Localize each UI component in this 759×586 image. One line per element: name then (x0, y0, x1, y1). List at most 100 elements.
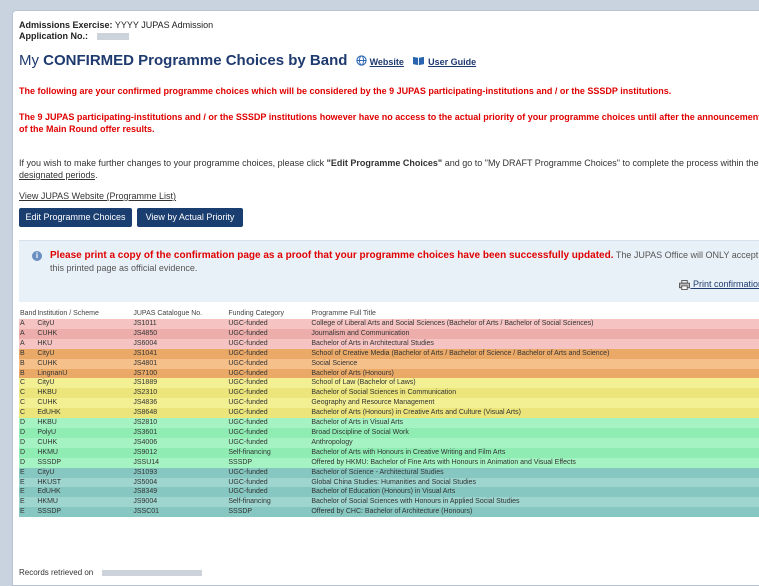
institution-cell: PolyU (36, 427, 133, 438)
title-cell: Bachelor of Arts (Honours) (310, 368, 759, 379)
funding-cell: SSSDP (227, 507, 311, 518)
title-cell: School of Creative Media (Bachelor of Ar… (310, 348, 759, 359)
table-row: B LingnanU JS7100 UGC-funded Bachelor of Art… (19, 368, 759, 379)
funding-cell: UGC-funded (227, 427, 311, 438)
application-number-line: Application No.: (19, 31, 129, 41)
title-cell: Offered by HKMU: Bachelor of Fine Arts w… (310, 457, 759, 468)
admissions-exercise-value: YYYY JUPAS Admission (114, 20, 214, 30)
band-cell: B (19, 368, 37, 379)
title-prefix: My (19, 52, 44, 69)
edit-programme-choices-button[interactable]: Edit Programme Choices (19, 208, 132, 227)
print-alert-emphasis: Please print a copy of the confirmation … (50, 250, 614, 261)
catalogue-cell: JS2810 (132, 418, 228, 428)
funding-cell: UGC-funded (227, 408, 311, 419)
title-cell: Bachelor of Arts in Visual Arts (310, 418, 759, 428)
table-row: D SSSDP JSSU14 SSSDP Offered by HKMU: Bachel… (19, 457, 759, 468)
institution-cell: EdUHK (36, 408, 133, 419)
website-link[interactable]: Website (370, 57, 404, 67)
catalogue-cell: JS4006 (132, 437, 228, 448)
funding-cell: UGC-funded (227, 368, 311, 379)
user-guide-link[interactable]: User Guide (428, 57, 476, 67)
institution-cell: HKBU (36, 418, 133, 428)
catalogue-cell: JS9004 (132, 497, 228, 508)
title-cell: College of Liberal Arts and Social Scien… (310, 319, 759, 329)
funding-cell: SSSDP (227, 457, 311, 468)
funding-cell: UGC-funded (227, 348, 311, 359)
table-row: B CUHK JS4801 UGC-funded Social Science (19, 358, 759, 369)
catalogue-cell: JS4836 (132, 398, 228, 409)
instructions-text: If you wish to make further changes to y… (19, 158, 327, 168)
band-cell: D (19, 418, 37, 428)
funding-cell: UGC-funded (227, 437, 311, 448)
catalogue-cell: JS1011 (132, 319, 228, 329)
title-cell: Bachelor of Social Sciences in Communica… (310, 388, 759, 399)
designated-periods-link[interactable]: designated periods (19, 170, 95, 180)
table-row: C CUHK JS4836 UGC-funded Geography and Resou… (19, 398, 759, 409)
book-icon (412, 53, 425, 70)
funding-cell: UGC-funded (227, 358, 311, 369)
column-header: JUPAS Catalogue No. (133, 310, 203, 317)
table-row: E EdUHK JS8349 UGC-funded Bachelor of Educat… (19, 487, 759, 498)
table-row: D PolyU JS3601 UGC-funded Broad Discipline o… (19, 427, 759, 438)
table-row: C HKBU JS2310 UGC-funded Bachelor of Social … (19, 388, 759, 399)
funding-cell: UGC-funded (227, 378, 311, 389)
title-cell: Bachelor of Education (Honours) in Visua… (310, 487, 759, 498)
catalogue-cell: JS5004 (132, 477, 228, 488)
funding-cell: UGC-funded (227, 319, 311, 329)
table-row: A CityU JS1011 UGC-funded College of Liberal… (19, 319, 759, 329)
print-alert: i Please print a copy of the confirmatio… (19, 240, 759, 302)
funding-cell: UGC-funded (227, 467, 311, 478)
catalogue-cell: JS2310 (132, 388, 228, 399)
institution-cell: SSSDP (36, 507, 133, 518)
catalogue-cell: JS8349 (132, 487, 228, 498)
band-cell: C (19, 388, 37, 399)
funding-cell: UGC-funded (227, 338, 311, 349)
band-cell: D (19, 437, 37, 448)
view-by-actual-priority-button[interactable]: View by Actual Priority (137, 208, 243, 227)
funding-cell: UGC-funded (227, 418, 311, 428)
priority-notice: The 9 JUPAS participating-institutions a… (19, 112, 759, 134)
table-row: E CityU JS1093 UGC-funded Bachelor of Scienc… (19, 467, 759, 478)
funding-cell: Self-financing (227, 497, 311, 508)
band-cell: D (19, 457, 37, 468)
institution-cell: LingnanU (36, 368, 133, 379)
admissions-exercise-label: Admissions Exercise: (19, 20, 113, 30)
band-cell: D (19, 447, 37, 458)
title-cell: Bachelor of Arts with Honours in Creativ… (310, 447, 759, 458)
institution-cell: CityU (36, 467, 133, 478)
table-header-row: Band Institution / Scheme JUPAS Catalogue … (19, 308, 759, 319)
title-cell: Broad Discipline of Social Work (310, 427, 759, 438)
column-header: Band (20, 310, 37, 317)
table-row: D CUHK JS4006 UGC-funded Anthropology (19, 437, 759, 448)
title-cell: Bachelor of Social Sciences with Honours… (310, 497, 759, 508)
institution-cell: CUHK (36, 398, 133, 409)
table-row: B CityU JS1041 UGC-funded School of Creative… (19, 348, 759, 359)
printer-icon (679, 279, 693, 290)
institution-cell: EdUHK (36, 487, 133, 498)
institution-cell: CUHK (36, 358, 133, 369)
institution-cell: SSSDP (36, 457, 133, 468)
table-row: A HKU JS6004 UGC-funded Bachelor of Arts in … (19, 338, 759, 349)
band-cell: C (19, 378, 37, 389)
title-cell: Anthropology (310, 437, 759, 448)
print-confirmation-label: Print confirmation (692, 279, 759, 289)
application-number-label: Application No.: (19, 31, 88, 41)
title-cell: Offered by CHC: Bachelor of Architecture… (310, 507, 759, 518)
catalogue-cell: JS1093 (132, 467, 228, 478)
funding-cell: UGC-funded (227, 487, 311, 498)
institution-cell: CUHK (36, 437, 133, 448)
programme-list-link[interactable]: View JUPAS Website (Programme List) (19, 191, 176, 201)
instructions-button-name: "Edit Programme Choices" (326, 158, 443, 168)
confirmed-notice: The following are your confirmed program… (19, 86, 672, 96)
institution-cell: HKUST (36, 477, 133, 488)
institution-cell: HKMU (36, 447, 133, 458)
table-row: C EdUHK JS8648 UGC-funded Bachelor of Arts (… (19, 408, 759, 419)
institution-cell: HKMU (36, 497, 133, 508)
print-confirmation-link[interactable]: Print confirmation (679, 279, 759, 290)
title-cell: School of Law (Bachelor of Laws) (310, 378, 759, 389)
admissions-exercise-line: Admissions Exercise: YYYY JUPAS Admissio… (19, 20, 213, 30)
table-row: D HKMU JS9012 Self-financing Bachelor of Art… (19, 447, 759, 458)
application-number-redacted (96, 33, 129, 41)
catalogue-cell: JS3601 (132, 427, 228, 438)
records-retrieved-redacted (101, 569, 202, 576)
